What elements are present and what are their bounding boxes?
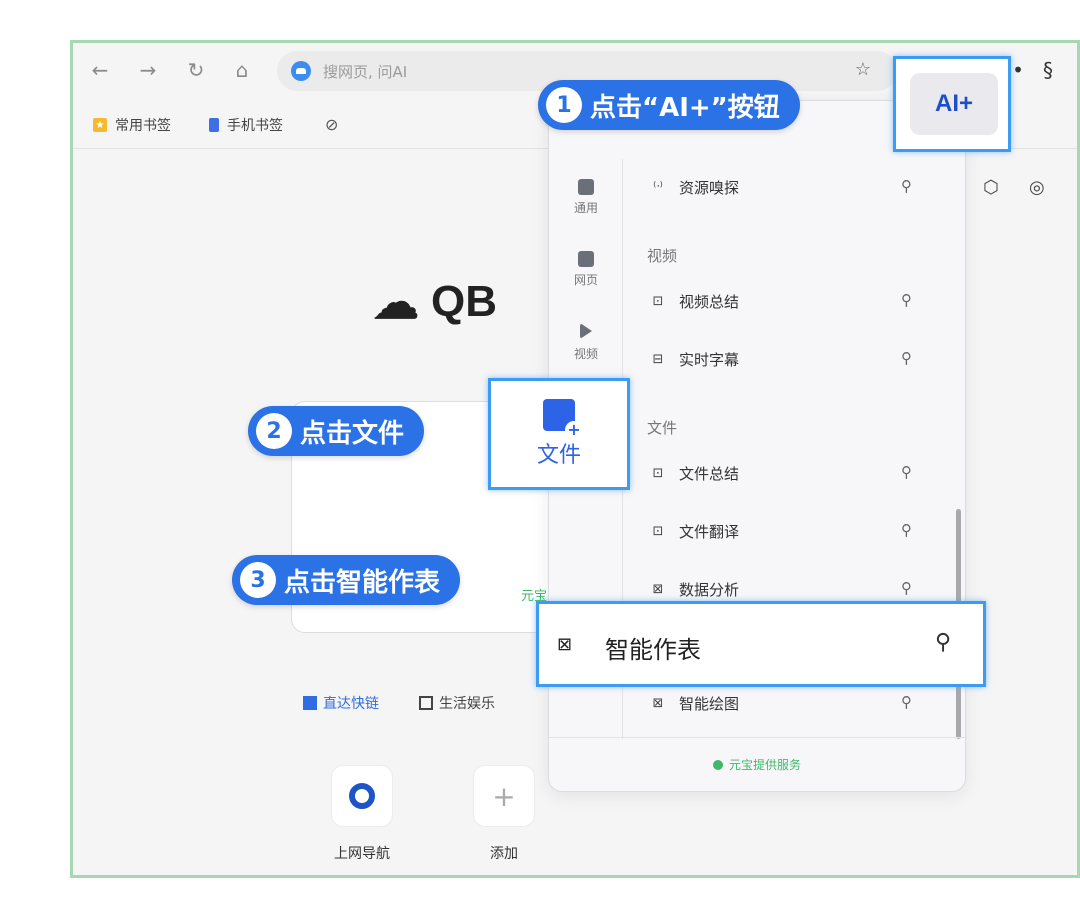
footer-label: 元宝提供服务 xyxy=(728,758,801,772)
section-file: 文件 xyxy=(647,419,678,437)
address-placeholder: 搜网页, 问AI xyxy=(323,63,408,81)
logo-text: QB xyxy=(431,277,497,326)
yuanbao-dot-icon xyxy=(712,759,723,770)
tile-nav[interactable] xyxy=(331,765,393,827)
category-label: 生活娱乐 xyxy=(439,696,495,712)
item-smart-draw[interactable]: ⊠ 智能绘图 xyxy=(649,693,739,714)
side-item-web[interactable]: 网页 xyxy=(549,251,623,288)
category-quick-links[interactable]: 直达快链 xyxy=(303,693,379,713)
pin-icon[interactable]: ⚲ xyxy=(901,349,912,367)
category-life[interactable]: 生活娱乐 xyxy=(419,693,495,713)
hexagon-icon[interactable]: ⬡ xyxy=(983,177,999,198)
play-icon xyxy=(580,323,592,339)
step-number: 3 xyxy=(240,562,276,598)
briefcase-icon xyxy=(578,179,594,195)
bookmark-label: 常用书签 xyxy=(115,118,171,134)
tile-label: 添加 xyxy=(490,846,518,862)
web-icon xyxy=(578,251,594,267)
q-logo-icon xyxy=(349,783,375,809)
aiplus-button[interactable]: AI+ xyxy=(910,73,998,135)
pin-icon[interactable]: ⚲ xyxy=(901,693,912,711)
pin-icon[interactable]: ⚲ xyxy=(901,579,912,597)
signal-icon: ⁽ᐧ⁾ xyxy=(653,180,663,195)
section-video: 视频 xyxy=(647,247,678,265)
pin-icon[interactable]: ⚲ xyxy=(935,630,951,655)
star-icon[interactable]: ☆ xyxy=(855,59,871,80)
pin-icon[interactable]: ⚲ xyxy=(901,463,912,481)
item-label: 文件总结 xyxy=(679,465,740,483)
summary-icon: ⊡ xyxy=(652,294,664,309)
item-label: 文件翻译 xyxy=(679,523,740,541)
forward-arrow-icon[interactable]: → xyxy=(135,57,161,83)
bookmark-mobile[interactable]: 手机书签 xyxy=(209,115,283,135)
reload-icon[interactable]: ↻ xyxy=(183,57,209,83)
aiplus-highlight: AI+ xyxy=(893,56,1011,152)
side-item-general[interactable]: 通用 xyxy=(549,179,623,216)
home-icon[interactable]: ⌂ xyxy=(229,57,255,83)
bookmark-label: 手机书签 xyxy=(227,118,283,134)
side-label: 通用 xyxy=(573,201,598,215)
file-tab-highlight[interactable]: 文件 xyxy=(488,378,630,490)
item-file-summary[interactable]: ⊡ 文件总结 xyxy=(649,463,739,484)
side-label: 网页 xyxy=(573,273,598,287)
back-arrow-icon[interactable]: ← xyxy=(87,57,113,83)
add-tile[interactable]: + xyxy=(473,765,535,827)
item-label: 智能绘图 xyxy=(679,695,740,713)
file-plus-icon xyxy=(543,399,583,439)
pin-icon[interactable]: ⚲ xyxy=(901,177,912,195)
step-text: 点击文件 xyxy=(300,418,405,449)
eye-icon[interactable]: ◎ xyxy=(1029,177,1045,198)
tile-label: 上网导航 xyxy=(334,846,390,862)
category-label: 直达快链 xyxy=(323,696,379,712)
item-label: 视频总结 xyxy=(679,293,740,311)
item-video-summary[interactable]: ⊡ 视频总结 xyxy=(649,291,739,312)
side-item-video[interactable]: 视频 xyxy=(549,323,623,362)
translate-icon: ⊡ xyxy=(652,524,664,539)
pin-icon[interactable]: ⚲ xyxy=(901,291,912,309)
side-label: 视频 xyxy=(573,347,598,361)
summary-icon: ⊡ xyxy=(652,466,664,481)
aiplus-label: AI+ xyxy=(934,90,973,117)
item-label: 实时字幕 xyxy=(679,351,740,369)
bookmark-star-icon: ★ xyxy=(93,118,107,132)
step-text: 点击“AI+”按钮 xyxy=(590,92,780,123)
step-text: 点击智能作表 xyxy=(284,567,441,598)
plus-icon: + xyxy=(492,779,516,813)
pin-icon[interactable]: ⚲ xyxy=(901,521,912,539)
item-data-analysis[interactable]: ⊠ 数据分析 xyxy=(649,579,739,600)
bookmark-phone-icon xyxy=(209,118,219,132)
item-file-translate[interactable]: ⊡ 文件翻译 xyxy=(649,521,739,542)
callout-step-2: 2 点击文件 xyxy=(248,406,425,456)
cloud-logo-icon: ☁ xyxy=(373,276,419,328)
item-resource[interactable]: ⁽ᐧ⁾ 资源嗅探 xyxy=(649,177,739,198)
browser-logo: ☁ QB xyxy=(373,275,497,329)
callout-step-3: 3 点击智能作表 xyxy=(232,555,461,605)
panel-footer: 元宝提供服务 xyxy=(549,737,965,791)
yuanbao-icon[interactable]: § xyxy=(1035,57,1061,83)
smart-chart-highlight[interactable]: ⊠ 智能作表 ⚲ xyxy=(536,601,986,687)
step-number: 2 xyxy=(256,413,292,449)
callout-step-1: 1 点击“AI+”按钮 xyxy=(538,80,800,130)
analysis-icon: ⊠ xyxy=(652,582,664,597)
item-realtime-subtitle[interactable]: ⊟ 实时字幕 xyxy=(649,349,739,370)
bookmark-extra-icon[interactable]: ⊘ xyxy=(325,115,338,134)
draw-icon: ⊠ xyxy=(652,696,664,711)
smart-chart-label: 智能作表 xyxy=(605,636,701,664)
file-tab-label: 文件 xyxy=(536,443,581,468)
grid-icon xyxy=(303,696,317,710)
image-icon xyxy=(419,696,433,710)
step-number: 1 xyxy=(546,87,582,123)
cloud-logo-icon xyxy=(291,61,311,81)
item-label: 数据分析 xyxy=(679,581,740,599)
subtitle-icon: ⊟ xyxy=(652,352,664,367)
item-label: 资源嗅探 xyxy=(679,179,740,197)
bookmark-common[interactable]: ★ 常用书签 xyxy=(93,115,171,135)
chart-image-icon: ⊠ xyxy=(557,634,573,655)
